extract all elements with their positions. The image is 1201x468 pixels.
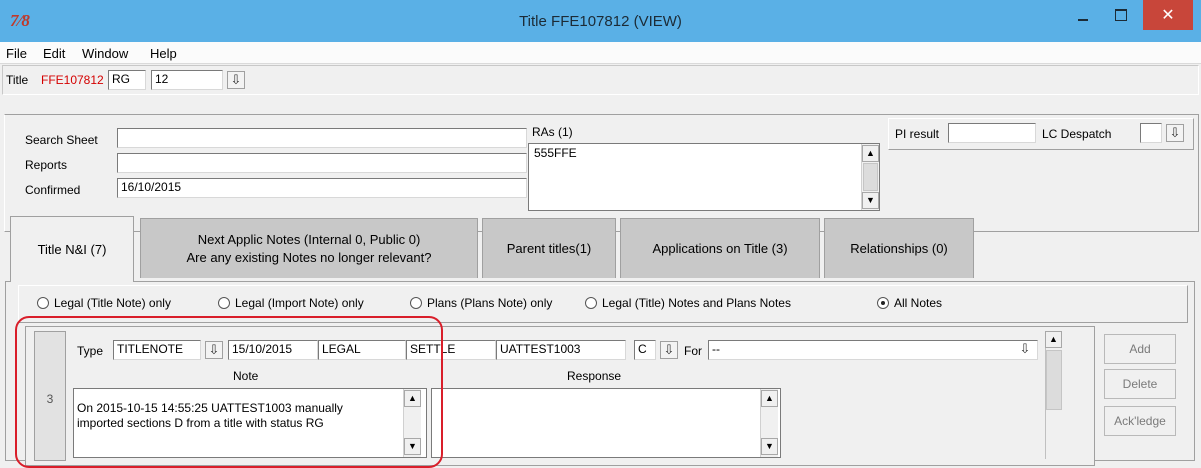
scroll-down-icon[interactable]: ▼ [404, 438, 421, 455]
reports-field[interactable] [117, 153, 527, 173]
title-id: FFE107812 [41, 73, 104, 87]
notes-grid-scroll-thumb[interactable] [1046, 350, 1062, 410]
note-user-field[interactable]: UATTEST1003 [496, 340, 626, 360]
filter-option-label: Legal (Import Note) only [235, 296, 364, 310]
tab-relationships[interactable]: Relationships (0) [824, 218, 974, 278]
scroll-up-icon[interactable]: ▲ [862, 145, 879, 162]
title-label: Title [6, 73, 29, 87]
radio-icon[interactable] [585, 297, 597, 309]
note-text-line2: imported sections D from a title with st… [77, 416, 324, 430]
menu-bar [0, 42, 1201, 64]
search-sheet-field[interactable] [117, 128, 527, 148]
tab-parent-titles-label: Parent titles(1) [506, 241, 592, 256]
note-type-label: Type [77, 344, 104, 358]
ras-list-item[interactable]: 555FFE [534, 146, 577, 160]
note-type-field[interactable]: TITLENOTE [113, 340, 201, 360]
menu-edit[interactable]: Edit [43, 46, 65, 61]
menu-file[interactable]: File [6, 46, 27, 61]
menu-help[interactable]: Help [150, 46, 177, 61]
pi-result-label: PI result [895, 127, 940, 141]
note-category-field[interactable]: LEGAL [318, 340, 406, 360]
filter-option-label: Legal (Title) Notes and Plans Notes [602, 296, 791, 310]
radio-selected-icon[interactable] [877, 297, 889, 309]
filter-option-all-notes[interactable]: All Notes [877, 296, 942, 310]
tab-title-ni-label: Title N&I (7) [37, 242, 107, 257]
radio-icon[interactable] [218, 297, 230, 309]
scroll-down-icon[interactable]: ▼ [862, 192, 879, 209]
acknowledge-button[interactable]: Ack'ledge [1104, 406, 1176, 436]
note-for-label: For [684, 344, 702, 358]
maximize-button[interactable] [1100, 0, 1140, 30]
scroll-up-icon[interactable]: ▲ [404, 390, 421, 407]
note-row-number[interactable]: 3 [34, 331, 66, 461]
filter-option-label: All Notes [894, 296, 943, 310]
menu-window[interactable]: Window [82, 46, 128, 61]
tab-title-ni[interactable]: Title N&I (7) [10, 216, 134, 282]
scroll-up-icon[interactable]: ▲ [761, 390, 778, 407]
note-for-field[interactable]: -- [708, 340, 1038, 360]
ras-list[interactable] [528, 143, 880, 211]
tab-next-applic-notes[interactable]: Next Applic Notes (Internal 0, Public 0)… [140, 218, 478, 278]
tab-relationships-label: Relationships (0) [850, 241, 948, 256]
tab-applications-label: Applications on Title (3) [652, 241, 788, 256]
radio-icon[interactable] [410, 297, 422, 309]
filter-option-label: Plans (Plans Note) only [427, 296, 553, 310]
filter-option-label: Legal (Title Note) only [54, 296, 171, 310]
note-action-field[interactable]: SETTLE [406, 340, 496, 360]
note-code-field[interactable]: C [634, 340, 656, 360]
confirmed-label: Confirmed [25, 183, 81, 197]
lc-despatch-dropdown-icon[interactable]: ⇩ [1166, 124, 1184, 142]
close-button[interactable]: ✕ [1143, 0, 1193, 30]
filter-option-plans[interactable]: Plans (Plans Note) only [410, 296, 552, 310]
tab-parent-titles[interactable]: Parent titles(1) [482, 218, 616, 278]
note-for-dropdown-icon[interactable]: ⇩ [1016, 341, 1034, 359]
filter-option-legal-import[interactable]: Legal (Import Note) only [218, 296, 364, 310]
confirmed-field[interactable]: 16/10/2015 [117, 178, 527, 198]
add-button[interactable]: Add [1104, 334, 1176, 364]
title-number-dropdown-icon[interactable]: ⇩ [227, 71, 245, 89]
minimize-button[interactable] [1064, 0, 1104, 30]
note-column-header: Note [233, 369, 259, 383]
lc-despatch-label: LC Despatch [1042, 127, 1112, 141]
note-date-field[interactable]: 15/10/2015 [228, 340, 318, 360]
ras-label: RAs (1) [532, 125, 573, 139]
note-code-dropdown-icon[interactable]: ⇩ [660, 341, 678, 359]
delete-button[interactable]: Delete [1104, 369, 1176, 399]
note-row-number-text: 3 [46, 392, 54, 406]
response-column-header: Response [567, 369, 622, 383]
filter-option-legal-title[interactable]: Legal (Title Note) only [37, 296, 171, 310]
note-type-dropdown-icon[interactable]: ⇩ [205, 341, 223, 359]
note-text-line1: On 2015-10-15 14:55:25 UATTEST1003 manua… [77, 401, 343, 415]
scroll-up-icon[interactable]: ▲ [1045, 331, 1062, 348]
title-status-field[interactable]: RG [108, 70, 146, 90]
window-title: Title FFE107812 (VIEW) [519, 13, 682, 30]
tab-next-applic-line2: Are any existing Notes no longer relevan… [186, 249, 432, 265]
ras-scroll-thumb[interactable] [863, 163, 878, 191]
radio-icon[interactable] [37, 297, 49, 309]
title-number-field[interactable]: 12 [151, 70, 223, 90]
tab-applications-on-title[interactable]: Applications on Title (3) [620, 218, 820, 278]
filter-option-legal-and-plans[interactable]: Legal (Title) Notes and Plans Notes [585, 296, 791, 310]
reports-label: Reports [25, 158, 68, 172]
tab-next-applic-line1: Next Applic Notes (Internal 0, Public 0) [197, 231, 421, 247]
response-textarea[interactable] [431, 388, 781, 458]
search-sheet-label: Search Sheet [25, 133, 98, 147]
scroll-down-icon[interactable]: ▼ [761, 438, 778, 455]
lc-despatch-field[interactable] [1140, 123, 1162, 143]
pi-result-field[interactable] [948, 123, 1036, 143]
